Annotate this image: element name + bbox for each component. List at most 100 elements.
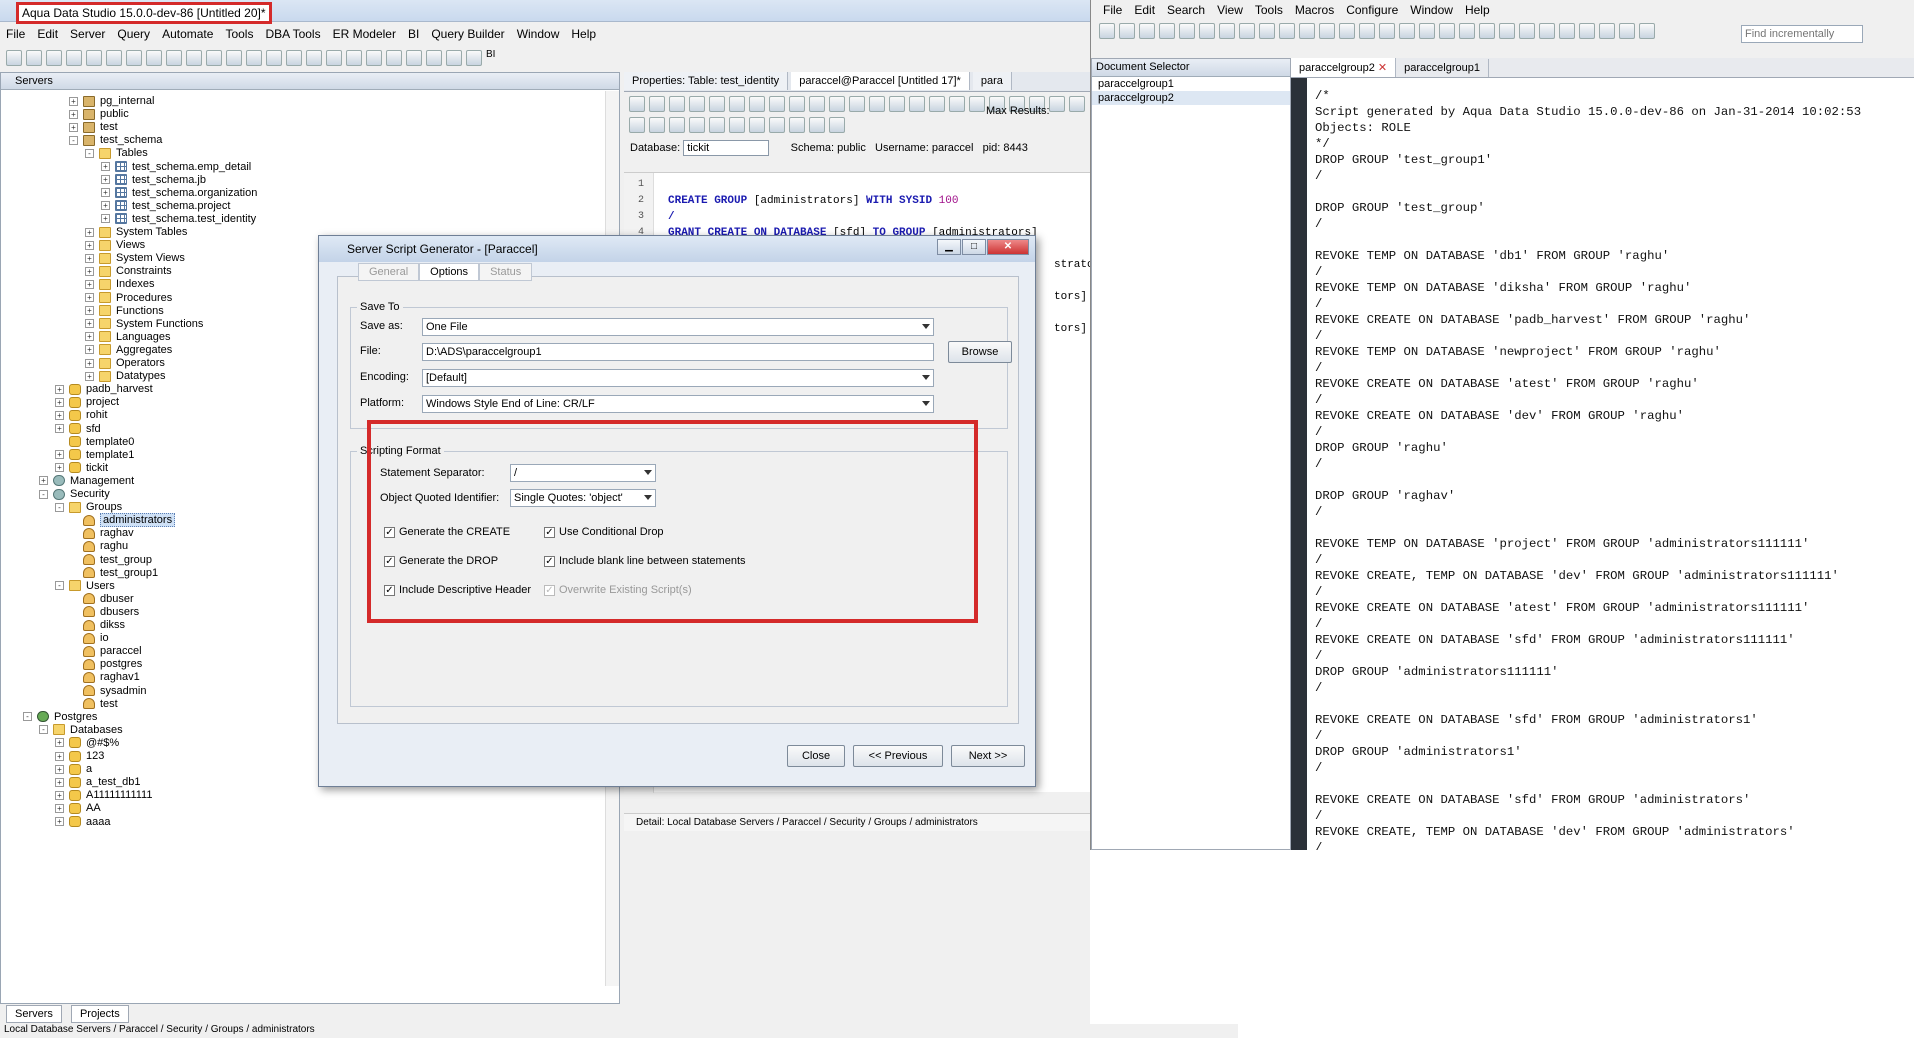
close-icon[interactable]: ✕ — [987, 239, 1029, 255]
expand-icon[interactable]: + — [55, 384, 64, 394]
expand-icon[interactable]: + — [101, 188, 110, 198]
editor-toolbar-button-icon[interactable] — [1139, 23, 1155, 39]
expand-icon[interactable]: + — [55, 738, 64, 748]
expand-icon[interactable]: + — [55, 790, 64, 800]
editor-toolbar-button-icon[interactable] — [929, 96, 945, 112]
toolbar-button-icon[interactable] — [26, 50, 42, 66]
editor-toolbar-button-icon[interactable] — [669, 117, 685, 133]
menu-help[interactable]: Help — [1459, 0, 1496, 20]
editor-toolbar-button-icon[interactable] — [869, 96, 885, 112]
editor-toolbar-button-icon[interactable] — [1069, 96, 1085, 112]
expand-icon[interactable]: + — [85, 266, 94, 276]
toolbar-button-icon[interactable] — [306, 50, 322, 66]
toolbar-button-icon[interactable] — [426, 50, 442, 66]
toolbar-button-icon[interactable] — [266, 50, 282, 66]
toolbar-button-icon[interactable] — [6, 50, 22, 66]
toolbar-button-icon[interactable] — [166, 50, 182, 66]
editor-toolbar-button-icon[interactable] — [1339, 23, 1355, 39]
editor-toolbar-button-icon[interactable] — [969, 96, 985, 112]
expand-icon[interactable]: + — [55, 424, 64, 434]
tree-node[interactable]: + aaaa — [55, 814, 110, 830]
tab-properties[interactable]: Properties: Table: test_identity — [624, 72, 789, 90]
tab-query-editor[interactable]: paraccel@Paraccel [Untitled 17]* — [791, 72, 970, 90]
menu-file[interactable]: File — [0, 24, 31, 44]
expand-icon[interactable]: + — [55, 450, 64, 460]
maximize-icon[interactable]: □ — [962, 239, 986, 255]
toolbar-button-icon[interactable] — [66, 50, 82, 66]
editor-toolbar-button-icon[interactable] — [1159, 23, 1175, 39]
expand-icon[interactable]: + — [55, 751, 64, 761]
tab-paraccelgroup2[interactable]: paraccelgroup2 ✕ — [1291, 58, 1397, 77]
editor-toolbar-button-icon[interactable] — [1299, 23, 1315, 39]
editor-toolbar-button-icon[interactable] — [789, 96, 805, 112]
editor-toolbar-button-icon[interactable] — [1099, 23, 1115, 39]
toolbar-button-icon[interactable] — [346, 50, 362, 66]
expand-icon[interactable]: + — [85, 371, 94, 381]
toolbar-button-icon[interactable] — [326, 50, 342, 66]
editor-toolbar-button-icon[interactable] — [829, 117, 845, 133]
editor-toolbar-button-icon[interactable] — [1419, 23, 1435, 39]
menu-search[interactable]: Search — [1161, 0, 1211, 20]
editor-toolbar-button-icon[interactable] — [1519, 23, 1535, 39]
toolbar-button-icon[interactable] — [146, 50, 162, 66]
tab-more[interactable]: para — [972, 72, 1012, 90]
menu-server[interactable]: Server — [64, 24, 111, 44]
menu-edit[interactable]: Edit — [1128, 0, 1161, 20]
expand-icon[interactable]: + — [101, 214, 110, 224]
toolbar-button-icon[interactable] — [466, 50, 482, 66]
tab-options[interactable]: Options — [419, 263, 480, 281]
toolbar-button-icon[interactable] — [366, 50, 382, 66]
platform-select[interactable]: Windows Style End of Line: CR/LF — [422, 395, 934, 413]
editor-toolbar-button-icon[interactable] — [1499, 23, 1515, 39]
editor-toolbar-button-icon[interactable] — [1259, 23, 1275, 39]
menu-query[interactable]: Query — [111, 24, 156, 44]
menu-er-modeler[interactable]: ER Modeler — [327, 24, 402, 44]
editor-toolbar-button-icon[interactable] — [1539, 23, 1555, 39]
editor-toolbar-button-icon[interactable] — [1379, 23, 1395, 39]
tab-paraccelgroup1[interactable]: paraccelgroup1 — [1396, 59, 1489, 77]
collapse-icon[interactable]: - — [85, 148, 94, 158]
generated-script-text[interactable]: /* Script generated by Aqua Data Studio … — [1315, 88, 1909, 856]
browse-button[interactable]: Browse — [948, 341, 1012, 363]
collapse-icon[interactable]: - — [39, 725, 48, 735]
editor-toolbar-button-icon[interactable] — [949, 96, 965, 112]
editor-toolbar-button-icon[interactable] — [1279, 23, 1295, 39]
editor-toolbar-button-icon[interactable] — [1579, 23, 1595, 39]
editor-toolbar-button-icon[interactable] — [729, 117, 745, 133]
tab-general[interactable]: General — [358, 263, 420, 281]
toolbar-button-icon[interactable] — [226, 50, 242, 66]
expand-icon[interactable]: + — [69, 109, 78, 119]
editor-toolbar-button-icon[interactable] — [649, 117, 665, 133]
collapse-icon[interactable]: - — [39, 489, 48, 499]
editor-toolbar-button-icon[interactable] — [689, 117, 705, 133]
expand-icon[interactable]: + — [55, 397, 64, 407]
expand-icon[interactable]: + — [55, 463, 64, 473]
menu-file[interactable]: File — [1097, 0, 1128, 20]
tab-status[interactable]: Status — [479, 263, 533, 281]
editor-toolbar-button-icon[interactable] — [1639, 23, 1655, 39]
editor-toolbar-button-icon[interactable] — [1439, 23, 1455, 39]
editor-toolbar-button-icon[interactable] — [1319, 23, 1335, 39]
editor-toolbar-button-icon[interactable] — [1619, 23, 1635, 39]
expand-icon[interactable]: + — [55, 803, 64, 813]
expand-icon[interactable]: + — [85, 345, 94, 355]
expand-icon[interactable]: + — [39, 476, 48, 486]
expand-icon[interactable]: + — [85, 279, 94, 289]
expand-icon[interactable]: + — [85, 293, 94, 303]
minimize-icon[interactable]: ▁ — [937, 239, 961, 255]
editor-toolbar-button-icon[interactable] — [1399, 23, 1415, 39]
expand-icon[interactable]: + — [55, 777, 64, 787]
toolbar-button-icon[interactable] — [246, 50, 262, 66]
editor-toolbar-button-icon[interactable] — [629, 117, 645, 133]
editor-toolbar-button-icon[interactable] — [689, 96, 705, 112]
collapse-icon[interactable]: - — [55, 502, 64, 512]
editor-toolbar-button-icon[interactable] — [769, 117, 785, 133]
editor-toolbar-button-icon[interactable] — [1559, 23, 1575, 39]
editor-toolbar-button-icon[interactable] — [809, 117, 825, 133]
menu-tools[interactable]: Tools — [1249, 0, 1289, 20]
expand-icon[interactable]: + — [85, 253, 94, 263]
editor-toolbar-button-icon[interactable] — [769, 96, 785, 112]
editor-toolbar-button-icon[interactable] — [649, 96, 665, 112]
find-incrementally-input[interactable] — [1741, 25, 1863, 43]
editor-toolbar-button-icon[interactable] — [889, 96, 905, 112]
